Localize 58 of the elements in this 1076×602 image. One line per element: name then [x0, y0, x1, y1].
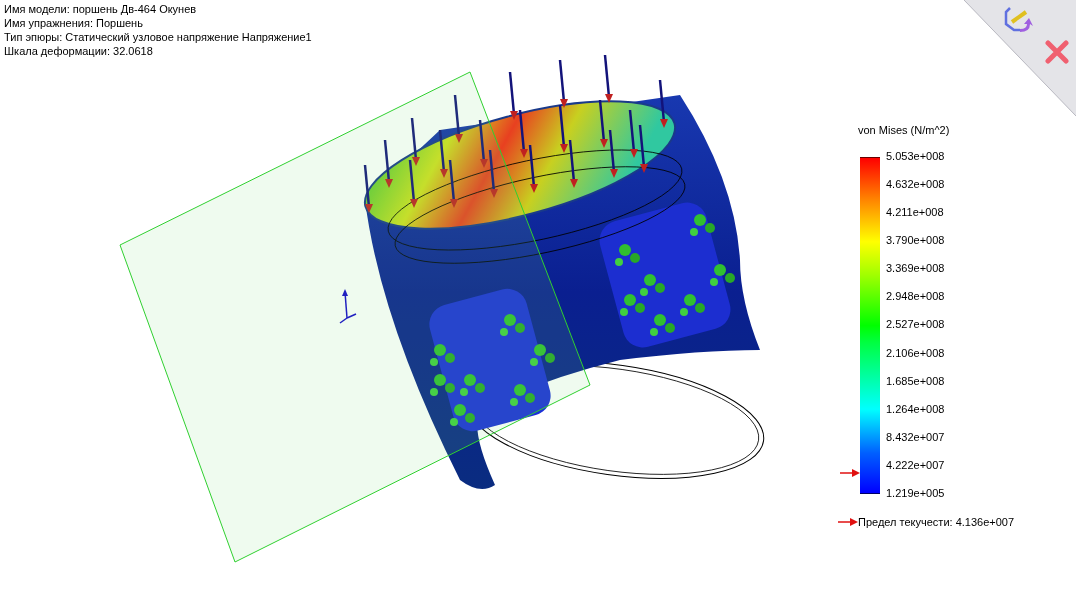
load-arrow — [628, 109, 638, 158]
fixture-marker — [430, 374, 455, 396]
load-arrow — [608, 129, 618, 178]
scale-label: 3.369e+008 — [886, 261, 945, 276]
load-arrow — [518, 109, 528, 158]
fixture-marker — [450, 404, 475, 426]
load-arrow — [363, 164, 373, 213]
scale-label: 2.527e+008 — [886, 317, 945, 332]
scale-label: 4.632e+008 — [886, 177, 945, 192]
scale-label: 1.219e+005 — [886, 485, 945, 500]
load-arrow — [638, 124, 648, 173]
fixture-marker — [510, 384, 535, 406]
close-icon[interactable] — [1045, 40, 1069, 64]
fixture-marker — [690, 214, 715, 236]
load-arrow — [558, 104, 568, 153]
load-arrow — [568, 139, 578, 188]
arrow-icon — [838, 517, 858, 527]
info-text: Имя упражнения: Поршень — [4, 16, 143, 30]
info-text: Шкала деформации: 32.0618 — [4, 44, 153, 58]
load-arrow — [658, 79, 668, 128]
scale-label: 3.790e+008 — [886, 233, 945, 248]
load-arrow — [558, 59, 568, 108]
scale-label: 2.106e+008 — [886, 345, 945, 360]
load-arrow — [438, 129, 448, 178]
legend-title: von Mises (N/m^2) — [858, 124, 950, 136]
fixture-marker — [460, 374, 485, 396]
info-text: Имя модели: поршень Дв-464 Окунев — [4, 2, 197, 16]
load-arrow — [408, 159, 418, 208]
load-arrow — [453, 94, 463, 143]
fixture-marker — [640, 274, 665, 296]
yield-strength-label: Предел текучести: 4.136e+007 — [858, 516, 1015, 528]
load-arrow — [508, 71, 518, 120]
load-arrow — [488, 149, 498, 198]
edit-icon[interactable] — [1004, 4, 1034, 34]
load-arrow — [528, 144, 538, 193]
scale-label: 4.222e+007 — [886, 457, 945, 472]
fixture-marker — [710, 264, 735, 286]
triad-icon — [339, 289, 357, 324]
fixture-marker — [620, 294, 645, 316]
fixture-marker — [680, 294, 705, 316]
load-arrow — [448, 159, 458, 208]
scale-label: 1.685e+008 — [886, 373, 945, 388]
scale-label: 2.948e+008 — [886, 289, 945, 304]
scale-label: 4.211e+008 — [886, 205, 945, 220]
fixture-marker — [615, 244, 640, 266]
fixture-marker — [500, 314, 525, 336]
load-arrow — [383, 139, 393, 188]
load-arrow — [598, 99, 608, 148]
load-arrow — [478, 119, 488, 168]
load-arrow — [410, 117, 420, 166]
fixture-marker — [650, 314, 675, 336]
info-text: Тип эпюры: Статический узловое напряжение Напряжение1 — [4, 30, 312, 44]
fixture-marker — [530, 344, 555, 366]
scale-label: 5.053e+008 — [886, 149, 945, 163]
load-arrow — [603, 54, 613, 103]
fixture-marker — [430, 344, 455, 366]
scale-label: 1.264e+008 — [886, 401, 945, 416]
scale-label: 8.432e+007 — [886, 429, 945, 444]
